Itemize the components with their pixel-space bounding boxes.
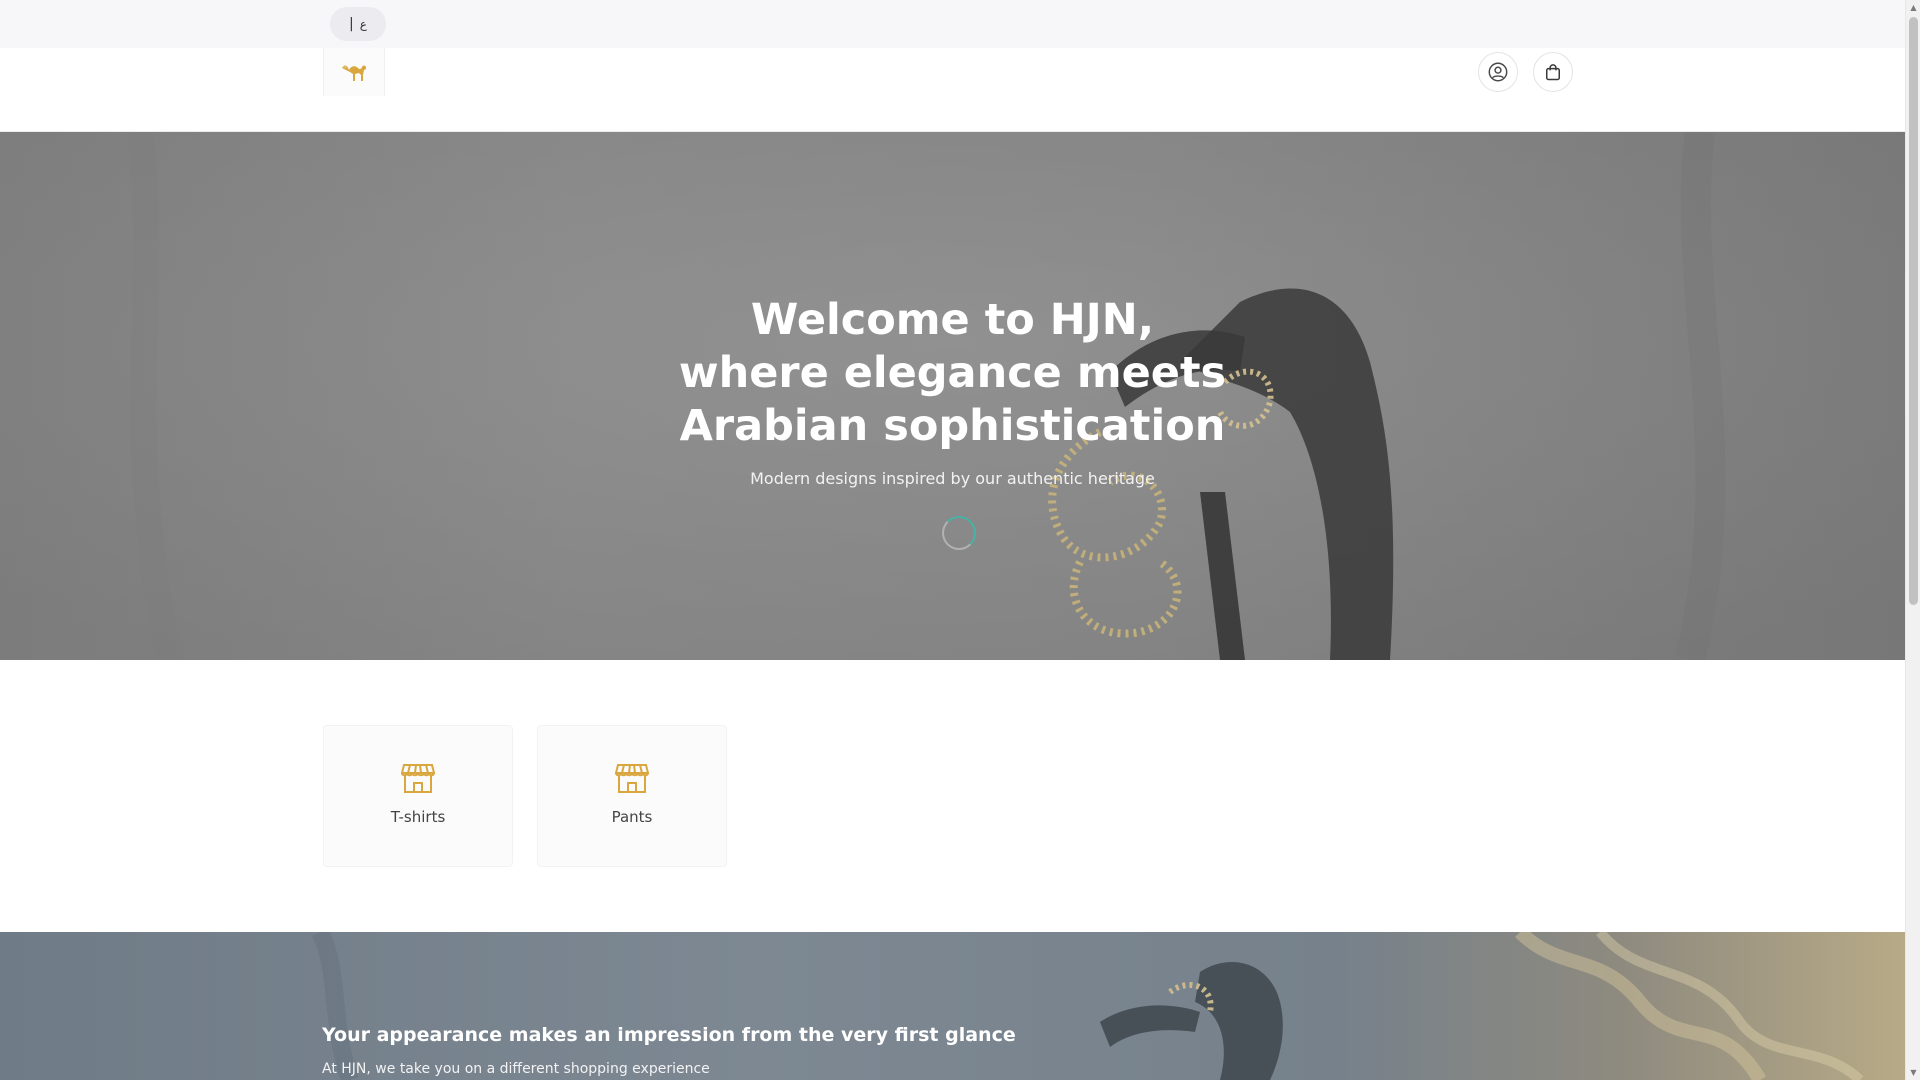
category-card-pants[interactable]: Pants [537,725,727,867]
vertical-scrollbar[interactable]: ▲ ▼ [1905,0,1920,1080]
promo-banner: Your appearance makes an impression from… [0,932,1905,1080]
camel-logo-icon [342,65,366,81]
category-card-tshirts[interactable]: T-shirts [323,725,513,867]
cart-button[interactable] [1533,52,1573,92]
language-separator: | [349,16,354,32]
account-button[interactable] [1478,52,1518,92]
shopping-bag-icon [1546,64,1560,81]
category-label: T-shirts [390,808,446,826]
hero-subtitle: Modern designs inspired by our authentic… [750,469,1155,488]
loading-spinner [941,516,976,550]
banner-text: At HJN, we take you on a different shopp… [322,1061,710,1077]
category-label: Pants [611,808,653,826]
user-circle-icon [1488,62,1508,82]
categories-section: T-shirts Pants [0,660,1905,932]
language-label-arabic: ع [359,17,367,31]
storefront-icon [615,764,649,793]
top-strip: | ع [0,0,1905,48]
scrollbar-thumb[interactable] [1909,17,1918,605]
storefront-icon [401,764,435,793]
language-toggle[interactable]: | ع [330,7,386,41]
hero-content: Welcome to HJN, where elegance meets Ara… [0,132,1905,660]
scroll-down-arrow-icon[interactable]: ▼ [1906,1065,1920,1080]
site-header [0,48,1905,132]
banner-title: Your appearance makes an impression from… [322,1024,1016,1046]
page: | ع Welcome to HJN, where elegance meets… [0,0,1905,1080]
banner-background-image [311,932,1864,1080]
scroll-up-arrow-icon[interactable]: ▲ [1906,0,1920,15]
hero-title: Welcome to HJN, where elegance meets Ara… [678,295,1227,451]
hero-section: Welcome to HJN, where elegance meets Ara… [0,132,1905,660]
logo-link[interactable] [323,48,385,96]
